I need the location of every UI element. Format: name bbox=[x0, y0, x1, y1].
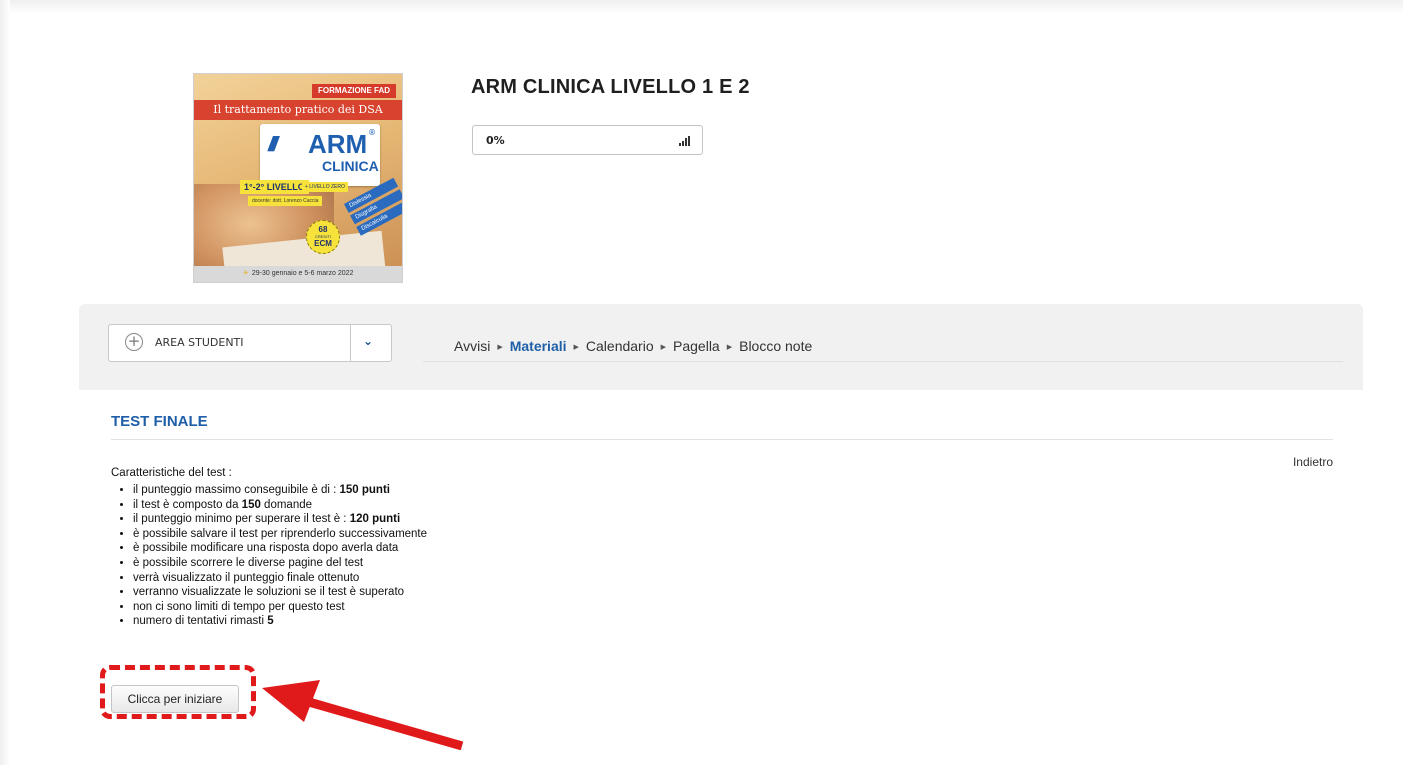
list-item: il punteggio minimo per superare il test… bbox=[133, 512, 427, 527]
list-item: verranno visualizzate le soluzioni se il… bbox=[133, 585, 427, 600]
list-item: è possibile salvare il test per riprende… bbox=[133, 527, 427, 542]
start-test-button[interactable]: Clicca per iniziare bbox=[111, 685, 239, 713]
cover-teacher: docente: dott. Lorenzo Caccia bbox=[248, 196, 323, 206]
ecm-badge: 68 CREDITI ECM bbox=[306, 220, 340, 254]
registered-mark: ® bbox=[368, 128, 376, 137]
cover-tags: Dislessia Disgrafia Discalculia bbox=[344, 177, 402, 239]
section-title: TEST FINALE bbox=[111, 413, 208, 430]
list-item: il punteggio massimo conseguibile è di :… bbox=[133, 483, 427, 498]
course-progress: 0% bbox=[472, 125, 703, 155]
breadcrumb-pagella[interactable]: Pagella bbox=[673, 338, 720, 354]
list-item: numero di tentativi rimasti 5 bbox=[133, 614, 427, 629]
test-features: Caratteristiche del test : il punteggio … bbox=[111, 466, 427, 629]
dropdown-label: AREA STUDENTI bbox=[155, 336, 244, 349]
annotation-arrow-icon bbox=[262, 680, 464, 750]
section-divider bbox=[111, 439, 1333, 440]
breadcrumb: Avvisi ▶ Materiali ▶ Calendario ▶ Pagella ▶ Bloc… bbox=[454, 338, 812, 354]
left-shadow bbox=[0, 0, 10, 765]
cover-badge: FORMAZIONE FAD bbox=[312, 84, 396, 98]
signal-bars-icon bbox=[679, 136, 690, 146]
breadcrumb-blocco-note[interactable]: Blocco note bbox=[739, 338, 812, 354]
cover-logo-text: ARM bbox=[308, 129, 368, 159]
progress-percent: 0% bbox=[486, 134, 505, 147]
list-item: verrà visualizzato il punteggio finale o… bbox=[133, 571, 427, 586]
area-studenti-dropdown[interactable]: + AREA STUDENTI ⌄ bbox=[108, 324, 392, 362]
cover-logo: //// ARM ® CLINICA bbox=[260, 124, 380, 186]
breadcrumb-calendario[interactable]: Calendario bbox=[586, 338, 654, 354]
arrow-right-icon: ▶ bbox=[660, 344, 667, 351]
breadcrumb-avvisi[interactable]: Avvisi bbox=[454, 338, 490, 354]
ecm-number: 68 bbox=[318, 225, 328, 234]
feature-list: il punteggio massimo conseguibile è di :… bbox=[111, 483, 427, 629]
arrow-right-icon: ▶ bbox=[726, 344, 733, 351]
back-link[interactable]: Indietro bbox=[1293, 455, 1333, 469]
cover-headline: Il trattamento pratico dei DSA bbox=[194, 100, 402, 120]
sun-icon: ☀ bbox=[242, 270, 249, 277]
cover-dates-bar: ☀ 29-30 gennaio e 5-6 marzo 2022 bbox=[194, 266, 402, 282]
top-shadow bbox=[0, 0, 1403, 14]
arrow-right-icon: ▶ bbox=[497, 344, 503, 351]
nav-divider bbox=[423, 361, 1343, 362]
course-cover-image: FORMAZIONE FAD Il trattamento pratico de… bbox=[193, 73, 403, 283]
list-item: è possibile modificare una risposta dopo… bbox=[133, 541, 427, 556]
pencils-icon: //// bbox=[268, 134, 278, 156]
plus-circle-icon: + bbox=[125, 333, 143, 351]
cover-level-extra: + LIVELLO ZERO bbox=[302, 182, 348, 192]
arrow-right-icon: ▶ bbox=[573, 344, 579, 351]
list-item: è possibile scorrere le diverse pagine d… bbox=[133, 556, 427, 571]
cover-dates: 29-30 gennaio e 5-6 marzo 2022 bbox=[251, 270, 354, 277]
chevron-down-icon[interactable]: ⌄ bbox=[363, 334, 373, 348]
breadcrumb-materiali[interactable]: Materiali bbox=[510, 338, 567, 354]
course-title: ARM CLINICA LIVELLO 1 E 2 bbox=[471, 76, 750, 98]
dropdown-separator bbox=[350, 325, 351, 361]
cover-logo-sub: CLINICA bbox=[322, 158, 379, 174]
cover-level: 1°-2° LIVELLO bbox=[240, 180, 309, 194]
list-item: il test è composto da 150 domande bbox=[133, 498, 427, 513]
test-intro: Caratteristiche del test : bbox=[111, 467, 232, 479]
course-nav-panel: + AREA STUDENTI ⌄ Avvisi ▶ Materiali ▶ Calen… bbox=[79, 304, 1363, 390]
list-item: non ci sono limiti di tempo per questo t… bbox=[133, 600, 427, 615]
ecm-label: ECM bbox=[314, 239, 332, 248]
